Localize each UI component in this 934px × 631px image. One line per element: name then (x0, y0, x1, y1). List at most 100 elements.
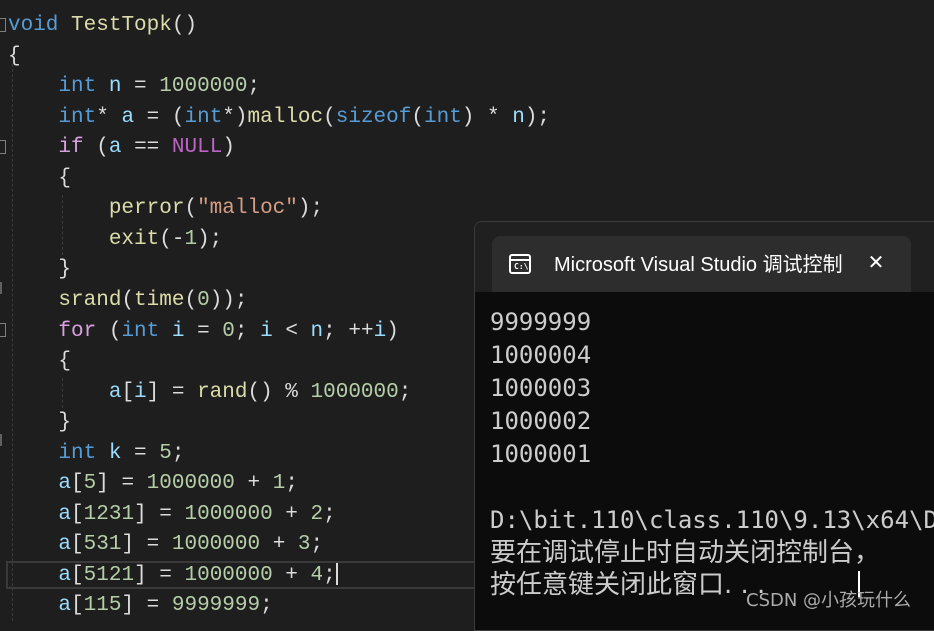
code-token: ; (171, 441, 185, 465)
console-message-line: 要在调试停止时自动关闭控制台， (490, 538, 881, 568)
code-token: rand (197, 380, 248, 404)
code-token: 0 (222, 319, 235, 343)
code-token: 115 (83, 594, 122, 618)
code-token: )); (209, 288, 248, 312)
code-token: ] = (121, 533, 172, 557)
code-token: time (134, 288, 185, 312)
code-token: ) (386, 319, 399, 343)
code-token: ] = (96, 472, 147, 496)
code-token: [ (121, 380, 135, 404)
console-titlebar[interactable]: C:\ Microsoft Visual Studio 调试控制台 ✕ (475, 222, 934, 292)
code-token: for (58, 319, 97, 343)
code-token: 5 (159, 441, 172, 465)
code-token: srand (58, 288, 122, 312)
code-token: a (58, 502, 72, 526)
code-token: [ (71, 563, 84, 587)
code-token: 1000000 (184, 563, 273, 587)
code-token: k (108, 441, 122, 465)
code-token: == (121, 136, 172, 160)
code-token: ; (247, 75, 261, 99)
code-token: ; (285, 472, 298, 496)
code-token: a (108, 380, 122, 404)
code-token: ; (260, 594, 273, 618)
console-tab-title: Microsoft Visual Studio 调试控制台 (554, 254, 842, 276)
code-token: ( (184, 197, 198, 221)
code-token: } (8, 258, 72, 282)
code-token: 0 (197, 288, 210, 312)
output-line: 1000001 (490, 440, 592, 468)
code-token: a (58, 533, 72, 557)
code-token: 1000000 (310, 380, 399, 404)
code-line: } (8, 255, 71, 285)
code-line: int k = 5; (8, 439, 184, 469)
code-token: i (260, 319, 273, 343)
code-token: ; ++ (323, 319, 374, 343)
console-tab[interactable]: C:\ Microsoft Visual Studio 调试控制台 ✕ (492, 236, 911, 292)
code-line: } (8, 408, 71, 438)
code-token: ; (310, 533, 324, 557)
code-token: malloc (247, 105, 324, 129)
code-token: int (184, 105, 223, 129)
code-token: a (58, 472, 72, 496)
code-token: ] = (134, 563, 185, 587)
code-token: ( (96, 319, 122, 343)
code-line: { (8, 42, 21, 72)
code-token: *) (222, 105, 248, 129)
close-icon[interactable]: ✕ (864, 250, 888, 274)
editor-caret (335, 563, 338, 586)
code-line: void TestTopk() (8, 11, 197, 41)
code-token: = (184, 319, 223, 343)
code-token: "malloc" (197, 197, 298, 221)
gutter-marker (0, 434, 2, 446)
code-token: 5121 (83, 563, 135, 587)
code-token: } (8, 411, 72, 435)
code-token: 531 (83, 533, 122, 557)
code-token: ); (197, 227, 223, 251)
code-token: [ (71, 533, 84, 557)
code-token: a (58, 594, 72, 618)
code-token: [ (71, 472, 84, 496)
code-token: ; (234, 319, 261, 343)
code-token: 4 (310, 563, 324, 587)
fold-marker-for[interactable] (0, 323, 6, 337)
code-token: { (8, 350, 72, 374)
code-token: 2 (310, 502, 324, 526)
code-token: < (272, 319, 311, 343)
code-token: ); (524, 105, 551, 129)
code-token: ( (184, 288, 198, 312)
code-token: ( (323, 105, 336, 129)
code-line: int n = 1000000; (8, 72, 260, 102)
code-token: ; (323, 502, 336, 526)
code-line: int* a = (int*)malloc(sizeof(int) * n); (8, 103, 550, 133)
code-token: int (58, 441, 97, 465)
output-line: 1000002 (490, 407, 592, 435)
code-token: i (134, 380, 147, 404)
code-token: i (171, 319, 185, 343)
code-token: ] = (121, 594, 172, 618)
code-token: + (260, 533, 298, 557)
debug-console-window[interactable]: C:\ Microsoft Visual Studio 调试控制台 ✕ 9999… (474, 221, 934, 631)
output-line: 9999999 (490, 308, 592, 336)
fold-marker-if[interactable] (0, 140, 6, 154)
fold-marker-function[interactable] (0, 18, 6, 32)
code-token: int (58, 75, 97, 99)
code-token: 5 (83, 472, 97, 496)
code-line: a[5] = 1000000 + 1; (8, 469, 298, 499)
code-token: (- (159, 227, 185, 251)
code-token: 1000000 (159, 75, 248, 99)
code-token: () (171, 14, 198, 37)
code-token: [ (71, 594, 84, 618)
code-token: + (272, 563, 311, 587)
